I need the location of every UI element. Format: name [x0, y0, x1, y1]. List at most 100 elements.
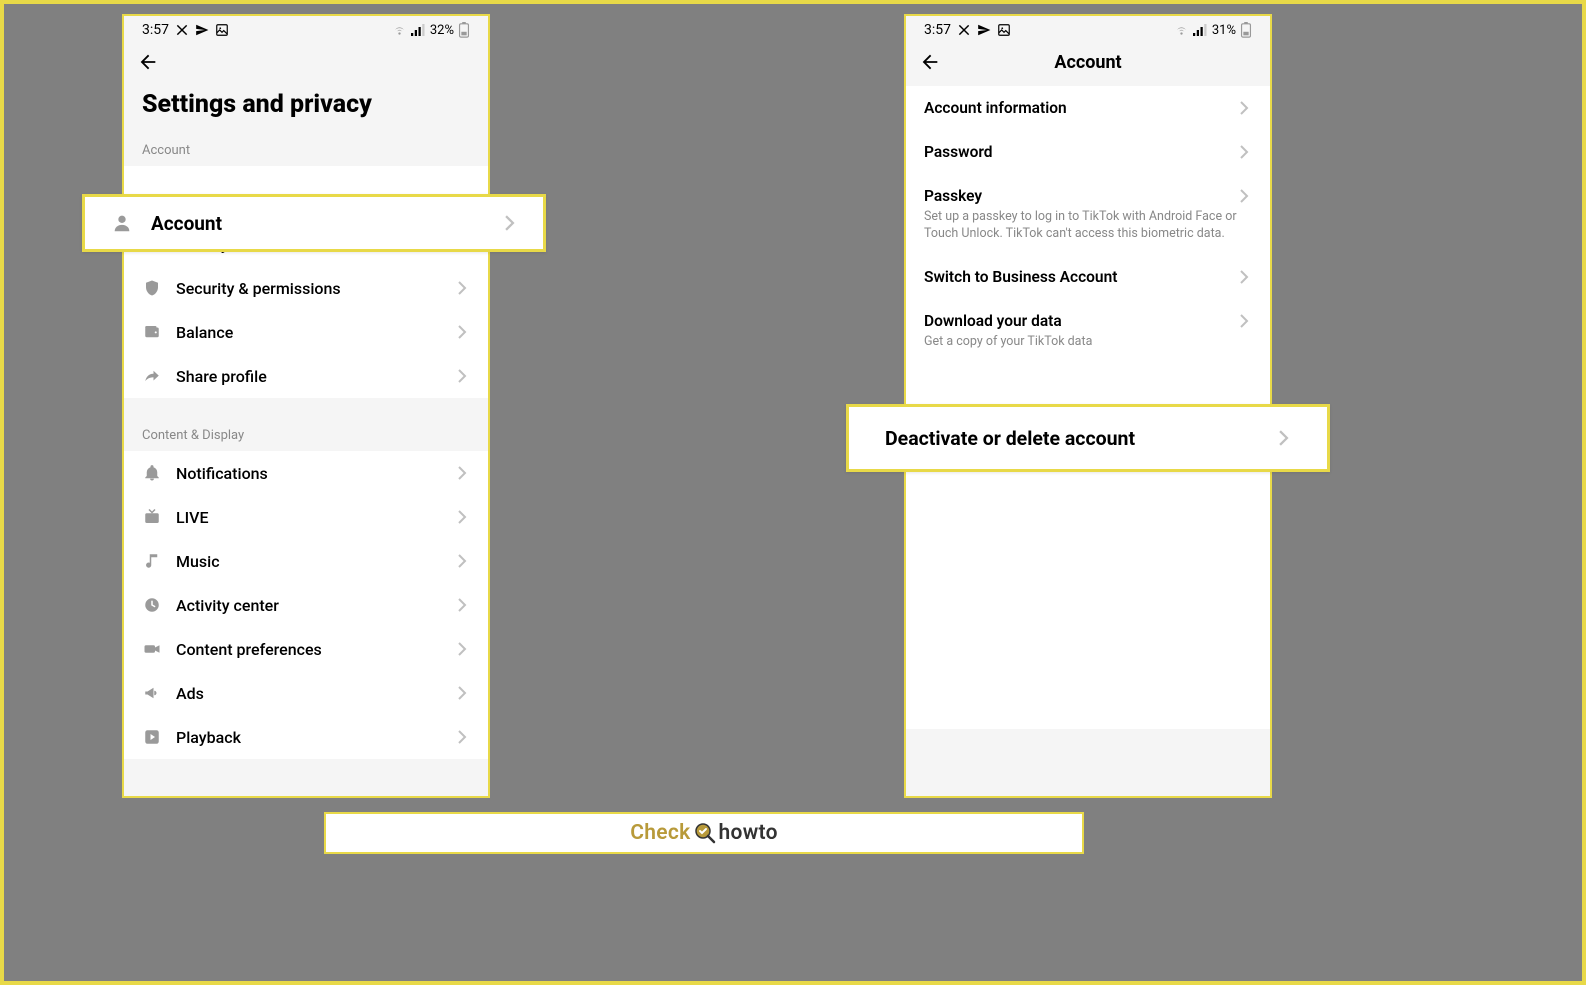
list-content-display: Notifications LIVE Music Activity center… [124, 451, 488, 759]
row-label: Switch to Business Account [924, 268, 1236, 286]
chevron-right-icon [1236, 269, 1252, 285]
battery-icon [458, 22, 470, 38]
page-title: Account [1054, 52, 1121, 73]
magnifier-check-icon [693, 821, 717, 845]
row-account-information[interactable]: Account information [906, 86, 1270, 130]
row-security[interactable]: Security & permissions [124, 266, 488, 310]
row-label: Download your data [924, 312, 1236, 330]
share-arrow-icon [142, 366, 162, 386]
row-label: LIVE [176, 508, 454, 527]
row-label: Deactivate or delete account [885, 427, 1275, 450]
row-label: Account information [924, 99, 1236, 117]
wallet-icon [142, 322, 162, 342]
topbar: Account [906, 42, 1270, 80]
watermark-part2: howto [719, 821, 778, 845]
row-notifications[interactable]: Notifications [124, 451, 488, 495]
bell-icon [142, 463, 162, 483]
video-icon [142, 639, 162, 659]
send-icon [195, 23, 209, 37]
row-label: Playback [176, 728, 454, 747]
status-right: 31% [1174, 22, 1252, 38]
image-icon [215, 23, 229, 37]
signal-icon [411, 23, 426, 37]
battery-icon [1240, 22, 1252, 38]
status-battery-pct: 31% [1212, 23, 1236, 38]
watermark-badge: Check howto [324, 812, 1084, 854]
row-live[interactable]: LIVE [124, 495, 488, 539]
row-passkey[interactable]: Passkey [906, 174, 1270, 209]
chevron-right-icon [1275, 430, 1291, 446]
status-battery-pct: 32% [430, 23, 454, 38]
row-download-subtitle: Get a copy of your TikTok data [906, 334, 1270, 363]
row-switch-business[interactable]: Switch to Business Account [906, 255, 1270, 299]
row-label: Activity center [176, 596, 454, 615]
status-bar: 3:57 31% [906, 16, 1270, 42]
chevron-right-icon [454, 280, 470, 296]
chevron-right-icon [454, 641, 470, 657]
shield-icon [142, 278, 162, 298]
blank-area [906, 429, 1270, 729]
status-bar: 3:57 32% [124, 16, 488, 42]
status-time: 3:57 [142, 22, 169, 38]
row-label: Account [151, 212, 501, 235]
music-note-icon [142, 551, 162, 571]
row-label: Passkey [924, 187, 1236, 205]
megaphone-icon [142, 683, 162, 703]
row-label: Balance [176, 323, 454, 342]
row-password[interactable]: Password [906, 130, 1270, 174]
phone-settings-screen: 3:57 32% Settings and privacy Account Pr… [122, 14, 490, 798]
image-icon [997, 23, 1011, 37]
row-music[interactable]: Music [124, 539, 488, 583]
wifi-icon [392, 23, 407, 37]
row-download-data[interactable]: Download your data [906, 299, 1270, 334]
chevron-right-icon [454, 553, 470, 569]
chevron-right-icon [1236, 188, 1252, 204]
chevron-right-icon [454, 324, 470, 340]
row-content-preferences[interactable]: Content preferences [124, 627, 488, 671]
chevron-right-icon [1236, 313, 1252, 329]
chevron-right-icon [454, 685, 470, 701]
row-playback[interactable]: Playback [124, 715, 488, 759]
section-header-account: Account [124, 127, 488, 166]
back-button[interactable] [136, 50, 160, 74]
chevron-right-icon [454, 465, 470, 481]
watermark-part1: Check [630, 821, 690, 845]
row-passkey-subtitle: Set up a passkey to log in to TikTok wit… [906, 209, 1270, 255]
row-activity-center[interactable]: Activity center [124, 583, 488, 627]
topbar [124, 42, 488, 80]
status-time: 3:57 [924, 22, 951, 38]
status-left: 3:57 [924, 22, 1011, 38]
chevron-right-icon [454, 368, 470, 384]
chevron-right-icon [1236, 100, 1252, 116]
chevron-right-icon [454, 509, 470, 525]
x-icon [175, 23, 189, 37]
chevron-right-icon [501, 215, 517, 231]
tv-icon [142, 507, 162, 527]
section-header-content: Content & Display [124, 412, 488, 451]
page-title: Settings and privacy [124, 80, 488, 127]
chevron-right-icon [454, 597, 470, 613]
wifi-icon [1174, 23, 1189, 37]
row-share-profile[interactable]: Share profile [124, 354, 488, 398]
person-icon [111, 212, 133, 234]
row-label: Ads [176, 684, 454, 703]
row-label: Password [924, 143, 1236, 161]
row-deactivate-highlighted[interactable]: Deactivate or delete account [846, 404, 1330, 472]
row-label: Content preferences [176, 640, 454, 659]
back-button[interactable] [918, 50, 942, 74]
status-right: 32% [392, 22, 470, 38]
row-label: Share profile [176, 367, 454, 386]
spacer [124, 398, 488, 412]
row-label: Music [176, 552, 454, 571]
signal-icon [1193, 23, 1208, 37]
row-balance[interactable]: Balance [124, 310, 488, 354]
chevron-right-icon [1236, 144, 1252, 160]
row-ads[interactable]: Ads [124, 671, 488, 715]
clock-icon [142, 595, 162, 615]
send-icon [977, 23, 991, 37]
row-label: Notifications [176, 464, 454, 483]
row-label: Security & permissions [176, 279, 454, 298]
row-account-highlighted[interactable]: Account [82, 194, 546, 252]
chevron-right-icon [454, 729, 470, 745]
status-left: 3:57 [142, 22, 229, 38]
